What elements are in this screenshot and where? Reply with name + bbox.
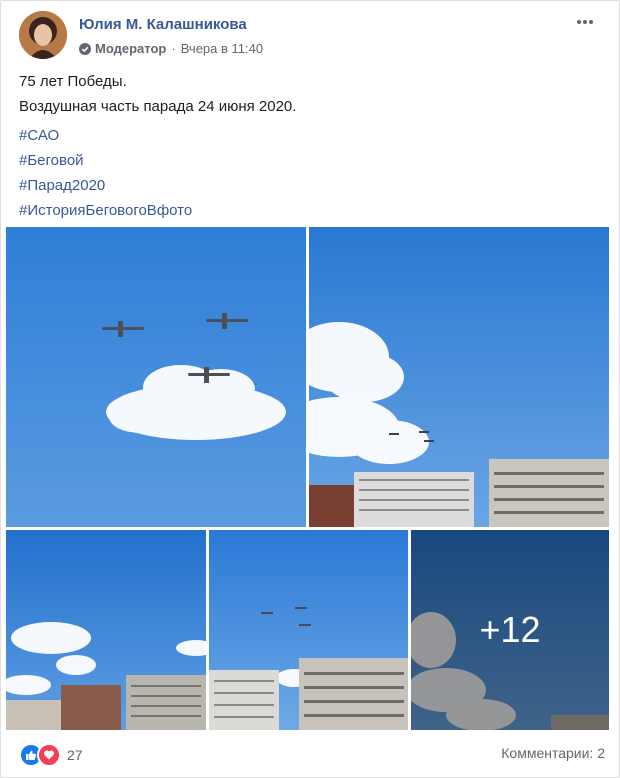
post-header: Юлия М. Калашникова Модератор · Вчера в …	[19, 11, 609, 61]
avatar[interactable]	[19, 11, 67, 59]
reactions-summary[interactable]: 27	[19, 743, 83, 767]
post-text: 75 лет Победы. Воздушная часть парада 24…	[19, 69, 599, 119]
post-card: Юлия М. Калашникова Модератор · Вчера в …	[0, 0, 620, 778]
timestamp[interactable]: Вчера в 11:40	[181, 41, 263, 56]
hashtag-link[interactable]: #Беговой	[19, 148, 192, 173]
more-photos-count: +12	[479, 609, 541, 650]
hashtag-link[interactable]: #ИсторияБеговогоВфото	[19, 198, 192, 223]
reaction-count: 27	[67, 747, 83, 763]
photo-3[interactable]	[6, 530, 206, 730]
comments-link[interactable]: Комментарии: 2	[501, 745, 605, 761]
post-meta: Модератор · Вчера в 11:40	[79, 41, 263, 56]
hashtag-link[interactable]: #САО	[19, 123, 192, 148]
shield-check-icon	[79, 42, 91, 55]
hashtags: #САО #Беговой #Парад2020 #ИсторияБеговог…	[19, 123, 192, 223]
more-icon[interactable]	[573, 13, 597, 31]
author-name[interactable]: Юлия М. Калашникова	[79, 16, 247, 33]
post-text-line: 75 лет Победы.	[19, 73, 127, 90]
post-text-line: Воздушная часть парада 24 июня 2020.	[19, 98, 297, 115]
post-footer: 27 Комментарии: 2	[19, 739, 605, 769]
photo-4[interactable]	[209, 530, 408, 730]
role-label: Модератор	[95, 41, 167, 56]
photo-1[interactable]	[6, 227, 306, 527]
separator-dot: ·	[171, 41, 176, 56]
heart-icon	[37, 743, 61, 767]
hashtag-link[interactable]: #Парад2020	[19, 173, 192, 198]
photo-5[interactable]: +12	[411, 530, 609, 730]
photo-2[interactable]	[309, 227, 609, 527]
more-photos-overlay[interactable]: +12	[411, 530, 609, 730]
